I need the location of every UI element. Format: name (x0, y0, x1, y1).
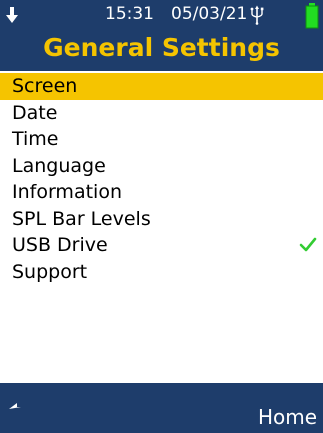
checkmark-icon (299, 237, 317, 252)
status-bar: 15:31 05/03/21 (0, 0, 323, 32)
menu-item-usb-drive[interactable]: USB Drive (0, 232, 323, 259)
battery-full-icon (305, 3, 319, 29)
menu-item-screen[interactable]: Screen (0, 73, 323, 100)
menu-item-label: Time (12, 128, 59, 150)
footer-bar: Home (0, 383, 323, 433)
settings-menu: Screen Date Time Language Information SP… (0, 73, 323, 285)
menu-item-label: Information (12, 181, 122, 203)
home-button[interactable]: Home (258, 405, 317, 429)
back-button[interactable] (4, 399, 34, 425)
header: 15:31 05/03/21 General Settings (0, 0, 323, 71)
menu-item-time[interactable]: Time (0, 126, 323, 153)
menu-item-label: SPL Bar Levels (12, 207, 151, 230)
menu-item-support[interactable]: Support (0, 259, 323, 286)
download-arrow-icon (6, 7, 18, 23)
usb-icon (250, 5, 264, 25)
device-screen: 15:31 05/03/21 General Settings Screen D… (0, 0, 323, 433)
menu-item-label: Support (12, 260, 88, 283)
menu-item-label: Language (12, 154, 106, 177)
menu-item-label: Screen (12, 75, 78, 97)
menu-item-spl-bar-levels[interactable]: SPL Bar Levels (0, 206, 323, 233)
menu-item-label: USB Drive (12, 234, 108, 256)
menu-item-date[interactable]: Date (0, 100, 323, 127)
status-time: 15:31 (105, 4, 154, 24)
page-title: General Settings (43, 33, 280, 62)
back-arrow-icon (9, 403, 21, 409)
menu-item-information[interactable]: Information (0, 179, 323, 206)
menu-item-label: Date (12, 101, 58, 124)
menu-item-language[interactable]: Language (0, 153, 323, 180)
status-date: 05/03/21 (171, 4, 248, 24)
